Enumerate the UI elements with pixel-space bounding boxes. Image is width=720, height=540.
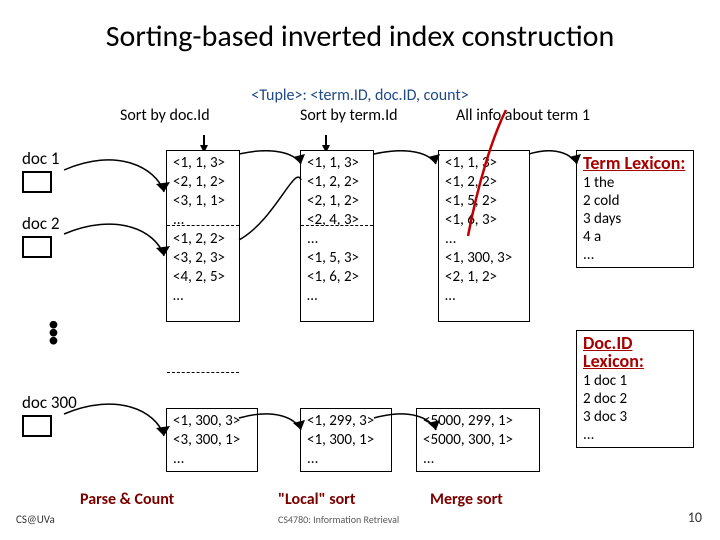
parse-count-label: Parse & Count [80,490,174,509]
local-sort-label: "Local" sort CS4780: Information Retriev… [278,490,399,528]
swoosh-arrow-icon [56,152,176,472]
col12-arrow-icon [235,150,315,490]
doc1-label: doc 1 [22,148,60,193]
tuple-header: <Tuple>: <term.ID, doc.ID, count> [251,86,468,105]
docid-lexicon-box: Doc.ID Lexicon: 1 doc 12 doc 23 doc 3... [576,330,694,448]
term-lexicon-rows: 1 the2 cold3 days4 a... [583,174,687,264]
dashed-sep [167,225,239,226]
doc2-label: doc 2 [22,213,60,258]
col1-top-box: <1, 1, 3><2, 1, 2><3, 1, 1>...<1, 2, 2><… [166,150,240,322]
sort-docid-label: Sort by doc.Id [120,106,210,125]
term-lexicon-title: Term Lexicon: [583,154,687,172]
docid-lexicon-title: Doc.ID Lexicon: [583,334,687,370]
sort-termid-label: Sort by term.Id [300,106,398,125]
term-lexicon-box: Term Lexicon: 1 the2 cold3 days4 a... [576,150,694,268]
docid-lexicon-rows: 1 doc 12 doc 23 doc 3... [583,372,687,444]
col23-arrow-icon [370,150,450,490]
slide-title: Sorting-based inverted index constructio… [0,0,720,55]
merge-sort-label: Merge sort [430,490,503,509]
dashed-sep [167,372,239,373]
page-number: 10 [688,509,702,526]
footer-left: CS@UVa [16,513,55,526]
course-subtitle: CS4780: Information Retrieval [278,513,399,526]
